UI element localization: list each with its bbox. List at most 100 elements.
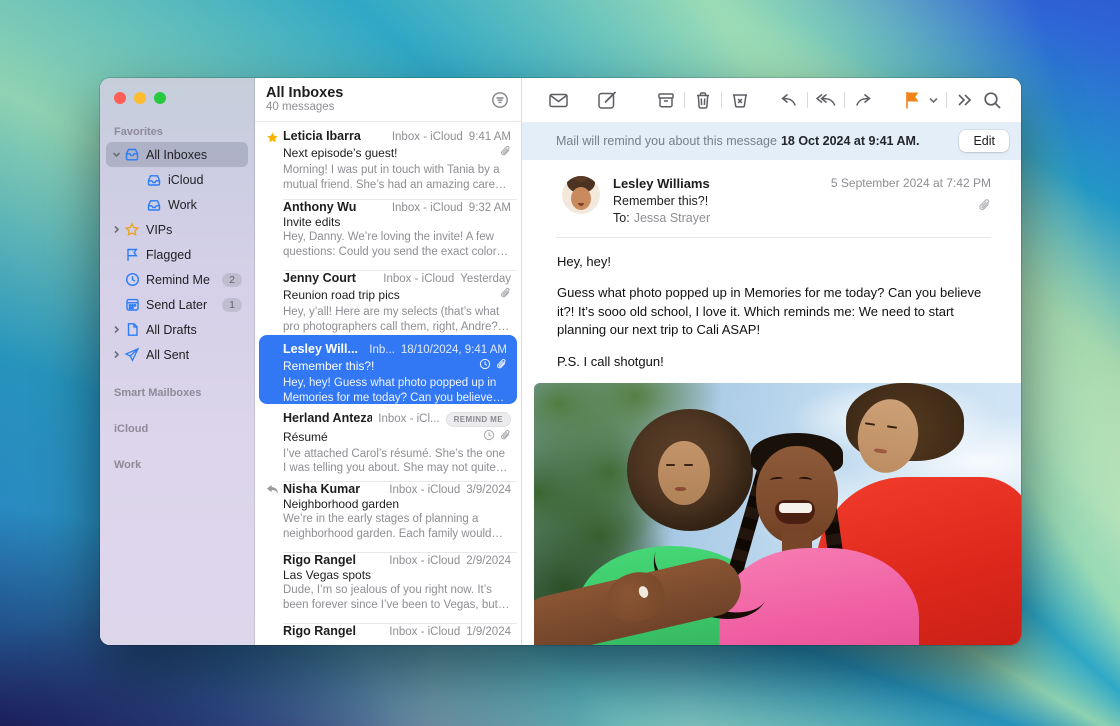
- compose-icon[interactable]: [593, 85, 621, 115]
- row-gutter: [261, 342, 283, 404]
- chevron-right-icon[interactable]: [110, 325, 123, 334]
- row-gutter: [261, 624, 283, 645]
- sidebar-item-remind-me[interactable]: Remind Me2: [106, 267, 248, 292]
- message-subject: Remember this?!: [283, 359, 479, 373]
- search-icon[interactable]: [979, 85, 1007, 115]
- toolbar: [522, 78, 1021, 122]
- mail-window: FavoritesAll Inboxes iCloud Work VIPs Flagge…: [100, 78, 1021, 645]
- mailbox-label: Inbox - iCloud: [389, 626, 460, 638]
- clock-icon: [123, 272, 141, 287]
- row-gutter: [261, 200, 283, 264]
- clock-icon: [479, 357, 491, 375]
- message-row-leticia-ibarra[interactable]: Leticia IbarraInbox - iCloud9:41 AMNext …: [255, 122, 521, 193]
- row-gutter: [261, 271, 283, 335]
- flag-icon[interactable]: [898, 85, 926, 115]
- paperclip-icon: [496, 357, 507, 375]
- message-body: Hey, hey!Guess what photo popped up in M…: [522, 238, 1021, 383]
- message-date: 9:32 AM: [469, 202, 511, 214]
- message-subject: Las Vegas spots: [283, 568, 511, 582]
- sidebar-item-send-later[interactable]: Send Later1: [106, 292, 248, 317]
- sidebar-section-header: iCloud: [106, 417, 248, 439]
- message-preview: Hey, Danny. We’re loving the invite! A f…: [283, 230, 511, 260]
- sender-name: Jenny Court: [283, 271, 356, 285]
- sidebar-sections: FavoritesAll Inboxes iCloud Work VIPs Flagge…: [106, 120, 248, 475]
- chevron-right-icon[interactable]: [110, 225, 123, 234]
- mailbox-label: Inbox - iCloud: [392, 202, 463, 214]
- reply-icon[interactable]: [775, 85, 803, 115]
- message-preview: Hey, hey! Guess what photo popped up in …: [283, 376, 507, 406]
- sidebar-item-label: All Drafts: [146, 323, 242, 337]
- junk-icon[interactable]: [726, 85, 754, 115]
- message-view-pane: Mail will remind you about this message …: [522, 78, 1021, 645]
- calendar-icon: [123, 297, 141, 312]
- body-paragraph: Hey, hey!: [557, 253, 991, 271]
- reply-all-icon[interactable]: [812, 85, 840, 115]
- message-subject: Remember this?!: [613, 194, 831, 208]
- to-label: To:: [613, 211, 630, 225]
- sender-avatar[interactable]: [562, 176, 600, 214]
- message-row-lesley-will[interactable]: Lesley Will...Inb...18/10/2024, 9:41 AMR…: [259, 335, 517, 404]
- message-row-nisha-kumar[interactable]: Nisha KumarInbox - iCloud3/9/2024Neighbo…: [255, 475, 521, 546]
- document-icon: [123, 322, 141, 337]
- sidebar-item-vips[interactable]: VIPs: [106, 217, 248, 242]
- message-row-herland-antezana[interactable]: Herland AntezanaInbox - iCl...REMIND MER…: [255, 404, 521, 475]
- sender-name: Anthony Wu: [283, 200, 356, 214]
- zoom-button[interactable]: [154, 92, 166, 104]
- filter-icon[interactable]: [491, 91, 509, 109]
- sender-name: Rigo Rangel: [283, 553, 356, 567]
- forward-icon[interactable]: [849, 85, 877, 115]
- star-icon: [261, 129, 283, 193]
- message-row-rigo-rangel[interactable]: Rigo RangelInbox - iCloud1/9/2024: [255, 617, 521, 645]
- mailbox-label: Inb...: [369, 344, 395, 356]
- mailbox-label: Inbox - iCloud: [389, 484, 460, 496]
- minimize-button[interactable]: [134, 92, 146, 104]
- message-row-anthony-wu[interactable]: Anthony Wu Inbox - iCloud 9:32 AMInvite ed…: [255, 193, 521, 264]
- window-controls: [106, 78, 248, 120]
- sidebar-item-all-inboxes[interactable]: All Inboxes: [106, 142, 248, 167]
- reminder-datetime: 18 Oct 2024 at 9:41 AM.: [781, 134, 920, 148]
- unread-badge: 1: [222, 298, 242, 312]
- chevron-down-icon[interactable]: [110, 151, 123, 158]
- close-button[interactable]: [114, 92, 126, 104]
- message-preview: I’ve attached Carol’s résumé. She’s the …: [283, 447, 511, 477]
- unread-badge: 2: [222, 273, 242, 287]
- sidebar-item-label: All Sent: [146, 348, 242, 362]
- mailbox-label: Inbox - iCloud: [383, 273, 454, 285]
- message-subject: Résumé: [283, 430, 483, 444]
- message-preview: Hey, y’all! Here are my selects (that’s …: [283, 305, 511, 335]
- sidebar-item-label: Flagged: [146, 248, 242, 262]
- message-subject: Invite edits: [283, 215, 511, 229]
- sender-name: Nisha Kumar: [283, 482, 360, 496]
- edit-reminder-button[interactable]: Edit: [959, 130, 1009, 152]
- more-chevrons-icon[interactable]: [950, 85, 978, 115]
- sidebar-item-icloud[interactable]: iCloud: [106, 167, 248, 192]
- message-subject: Neighborhood garden: [283, 497, 511, 511]
- attachment-photo[interactable]: [534, 383, 1021, 645]
- inbox-icon: [145, 173, 163, 187]
- get-mail-icon[interactable]: [544, 85, 572, 115]
- row-gutter: [261, 411, 283, 475]
- sidebar-item-label: VIPs: [146, 223, 242, 237]
- body-paragraph: P.S. I call shotgun!: [557, 353, 991, 371]
- sidebar-section-header: Work: [106, 453, 248, 475]
- row-gutter: [261, 553, 283, 617]
- chevron-right-icon[interactable]: [110, 350, 123, 359]
- paperclip-icon: [500, 144, 511, 162]
- sidebar-item-flagged[interactable]: Flagged: [106, 242, 248, 267]
- sidebar-item-work[interactable]: Work: [106, 192, 248, 217]
- message-preview: We’re in the early stages of planning a …: [283, 512, 511, 542]
- archive-icon[interactable]: [651, 85, 679, 115]
- sidebar-item-all-drafts[interactable]: All Drafts: [106, 317, 248, 342]
- message-list-pane: All Inboxes 40 messages Leticia IbarraIn…: [255, 78, 522, 645]
- message-preview: Dude, I’m so jealous of you right now. I…: [283, 583, 511, 613]
- flag-chevron-icon[interactable]: [926, 85, 941, 115]
- sidebar-item-label: iCloud: [168, 173, 242, 187]
- message-subject: Reunion road trip pics: [283, 288, 500, 302]
- sidebar-section-header: Favorites: [106, 120, 248, 142]
- message-row-jenny-court[interactable]: Jenny Court Inbox - iCloud Yesterday Reunio…: [255, 264, 521, 335]
- sidebar-item-all-sent[interactable]: All Sent: [106, 342, 248, 367]
- sidebar-item-label: Work: [168, 198, 242, 212]
- message-row-rigo-rangel[interactable]: Rigo RangelInbox - iCloud2/9/2024Las Veg…: [255, 546, 521, 617]
- trash-icon[interactable]: [689, 85, 717, 115]
- message-date: Yesterday: [460, 273, 511, 285]
